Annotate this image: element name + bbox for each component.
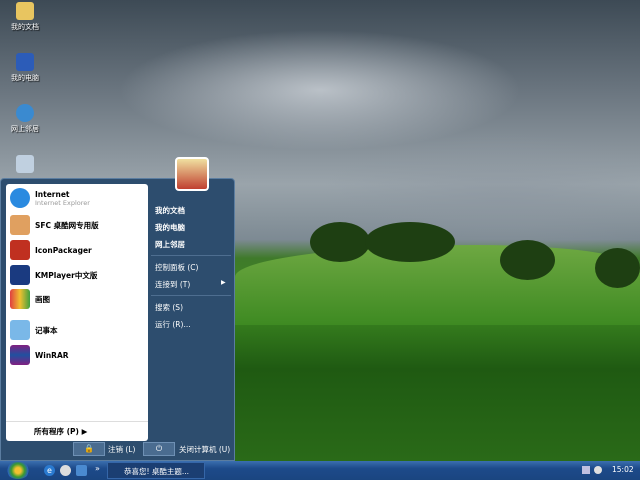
taskbar: e » 恭喜您! 桌酷主题... 15:02 (0, 461, 640, 480)
power-icon: ⏻ (155, 444, 163, 453)
kmplayer-icon (10, 265, 30, 285)
arrow-right-icon: ▶ (81, 427, 88, 436)
sfc-icon (10, 215, 30, 235)
recycle-bin-icon (16, 155, 34, 173)
network-tray-icon[interactable] (582, 466, 590, 474)
more-button[interactable]: » (92, 463, 103, 474)
internet-explorer-icon[interactable]: e (44, 465, 55, 476)
network-icon (16, 104, 34, 122)
menu-search[interactable]: 搜索 (S) (155, 302, 183, 313)
divider (151, 295, 231, 296)
taskbar-task[interactable]: 恭喜您! 桌酷主题... (107, 462, 205, 479)
program-iconpackager[interactable]: IconPackager (10, 240, 92, 260)
shutdown-button[interactable]: ⏻ (143, 442, 175, 456)
notepad-icon (10, 320, 30, 340)
internet-explorer-icon (10, 188, 30, 208)
trees (310, 222, 370, 262)
clock[interactable]: 15:02 (612, 465, 634, 474)
start-button[interactable] (6, 462, 30, 479)
browser-icon[interactable] (60, 465, 71, 476)
program-winrar[interactable]: WinRAR (10, 345, 69, 365)
menu-my-documents[interactable]: 我的文档 (155, 205, 185, 216)
trees (595, 248, 640, 288)
program-sfc[interactable]: SFC 桌酷网专用版 (10, 215, 99, 235)
program-internet[interactable]: Internet Internet Explorer (10, 188, 90, 208)
menu-network[interactable]: 网上邻居 (155, 239, 185, 250)
arrow-right-icon: ▶ (221, 279, 226, 286)
logoff-button[interactable]: 🔒 (73, 442, 105, 456)
all-programs-button[interactable]: 所有程序 (P) ▶ (6, 421, 148, 439)
desktop-icon-recycle-bin[interactable] (4, 155, 46, 175)
desktop-icon-my-documents[interactable]: 我的文档 (4, 2, 46, 32)
pinned-programs: Internet Internet Explorer SFC 桌酷网专用版 Ico… (6, 184, 148, 441)
paint-icon (10, 289, 30, 309)
program-notepad[interactable]: 记事本 (10, 320, 58, 340)
quicklaunch-icon[interactable] (76, 465, 87, 476)
program-kmplayer[interactable]: KMPlayer中文版 (10, 265, 97, 285)
menu-run[interactable]: 运行 (R)... (155, 319, 191, 330)
menu-control-panel[interactable]: 控制面板 (C) (155, 262, 198, 273)
desktop-icon-network[interactable]: 网上邻居 (4, 104, 46, 134)
shutdown-label[interactable]: 关闭计算机 (U) (179, 444, 230, 455)
user-avatar[interactable] (175, 157, 209, 191)
trees (500, 240, 555, 280)
volume-tray-icon[interactable] (594, 466, 602, 474)
menu-my-computer[interactable]: 我的电脑 (155, 222, 185, 233)
menu-connect-to[interactable]: 连接到 (T) (155, 279, 190, 290)
winrar-icon (10, 345, 30, 365)
logoff-label[interactable]: 注销 (L) (108, 444, 135, 455)
trees (365, 222, 455, 262)
program-paint[interactable]: 画图 (10, 289, 50, 309)
folder-icon (16, 2, 34, 20)
iconpackager-icon (10, 240, 30, 260)
divider (151, 255, 231, 256)
lock-icon: 🔒 (84, 444, 94, 453)
start-menu: Internet Internet Explorer SFC 桌酷网专用版 Ico… (0, 157, 235, 461)
desktop-icon-my-computer[interactable]: 我的电脑 (4, 53, 46, 83)
computer-icon (16, 53, 34, 71)
